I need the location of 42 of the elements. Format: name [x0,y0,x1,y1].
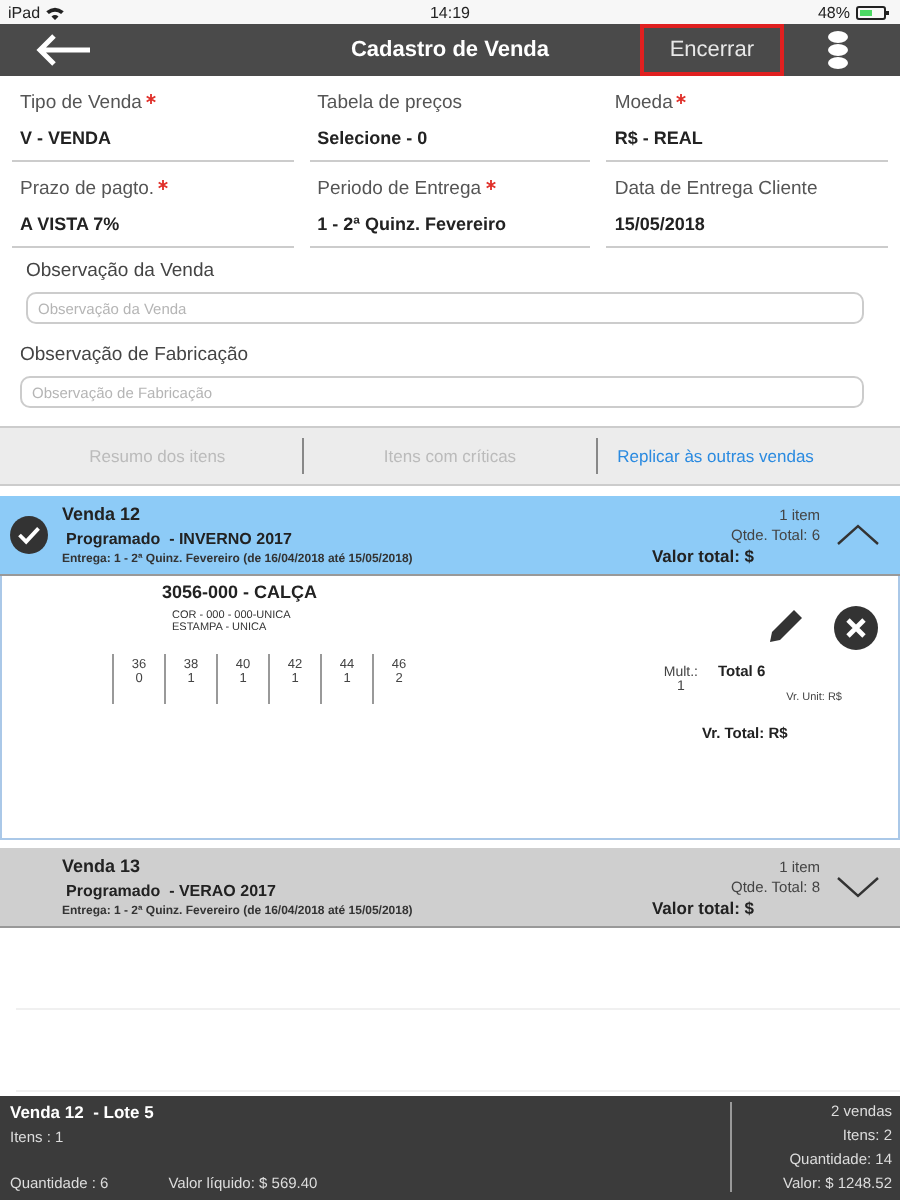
form-field[interactable]: Tabela de preços Selecione - 0 [309,76,591,162]
field-value: Selecione - 0 [317,128,430,148]
field-label: Observação de Fabricação [20,344,251,366]
sale-title: Venda 13 [62,856,143,876]
field-value: V - VENDA [20,128,114,148]
form-field[interactable]: Prazo de pagto. A VISTA 7% [12,162,294,248]
product-name: 3056-000 - CALÇA [162,582,320,602]
field-label: Moeda [614,92,673,114]
field-label: Data de Entrega Cliente [614,178,818,200]
field-label: Tabela de preços [317,92,463,114]
form-field[interactable]: Periodo de Entrega 1 - 2ª Quinz. Fevereiro [309,162,591,248]
screen-title: Cadastro de Venda [350,38,550,62]
chevron-down-icon[interactable] [836,876,880,898]
field-label: Periodo de Entrega [317,178,482,200]
form-field[interactable]: Tipo de Venda V - VENDA [12,76,294,162]
back-arrow-icon[interactable] [36,34,92,66]
more-menu-icon[interactable] [828,30,848,70]
field-value: R$ - REAL [614,128,705,148]
field-value: A VISTA 7% [20,214,122,234]
sale-title: Venda 12 [62,504,143,524]
form-field[interactable]: Data de Entrega Cliente 15/05/2018 [606,162,888,248]
field-value: 15/05/2018 [614,214,707,234]
check-icon [10,516,48,554]
pencil-icon[interactable] [766,606,806,646]
total-value: Valor total: $ [651,897,754,917]
field-label: Prazo de pagto. [20,178,155,200]
battery-icon [856,5,892,19]
field-label: Observação da Venda [26,260,217,282]
close-sale-button[interactable]: Encerrar [639,24,784,76]
device-name: iPad [8,3,41,21]
battery-percent: 48% [817,3,850,21]
field-value: 1 - 2ª Quinz. Fevereiro [317,214,509,234]
chevron-up-icon[interactable] [836,524,880,546]
wifi-icon [46,5,65,19]
clock: 14:19 [429,3,471,21]
field-label: Tipo de Venda [20,92,142,114]
sale-program: Programado - VERAO 2017 [64,882,278,900]
sale-program: Programado - INVERNO 2017 [64,530,294,548]
total-value: Valor total: $ [651,545,754,565]
close-icon[interactable] [834,606,878,650]
form-field[interactable]: Moeda R$ - REAL [606,76,888,162]
footer-title: Venda 12 - Lote 5 [10,1102,156,1122]
